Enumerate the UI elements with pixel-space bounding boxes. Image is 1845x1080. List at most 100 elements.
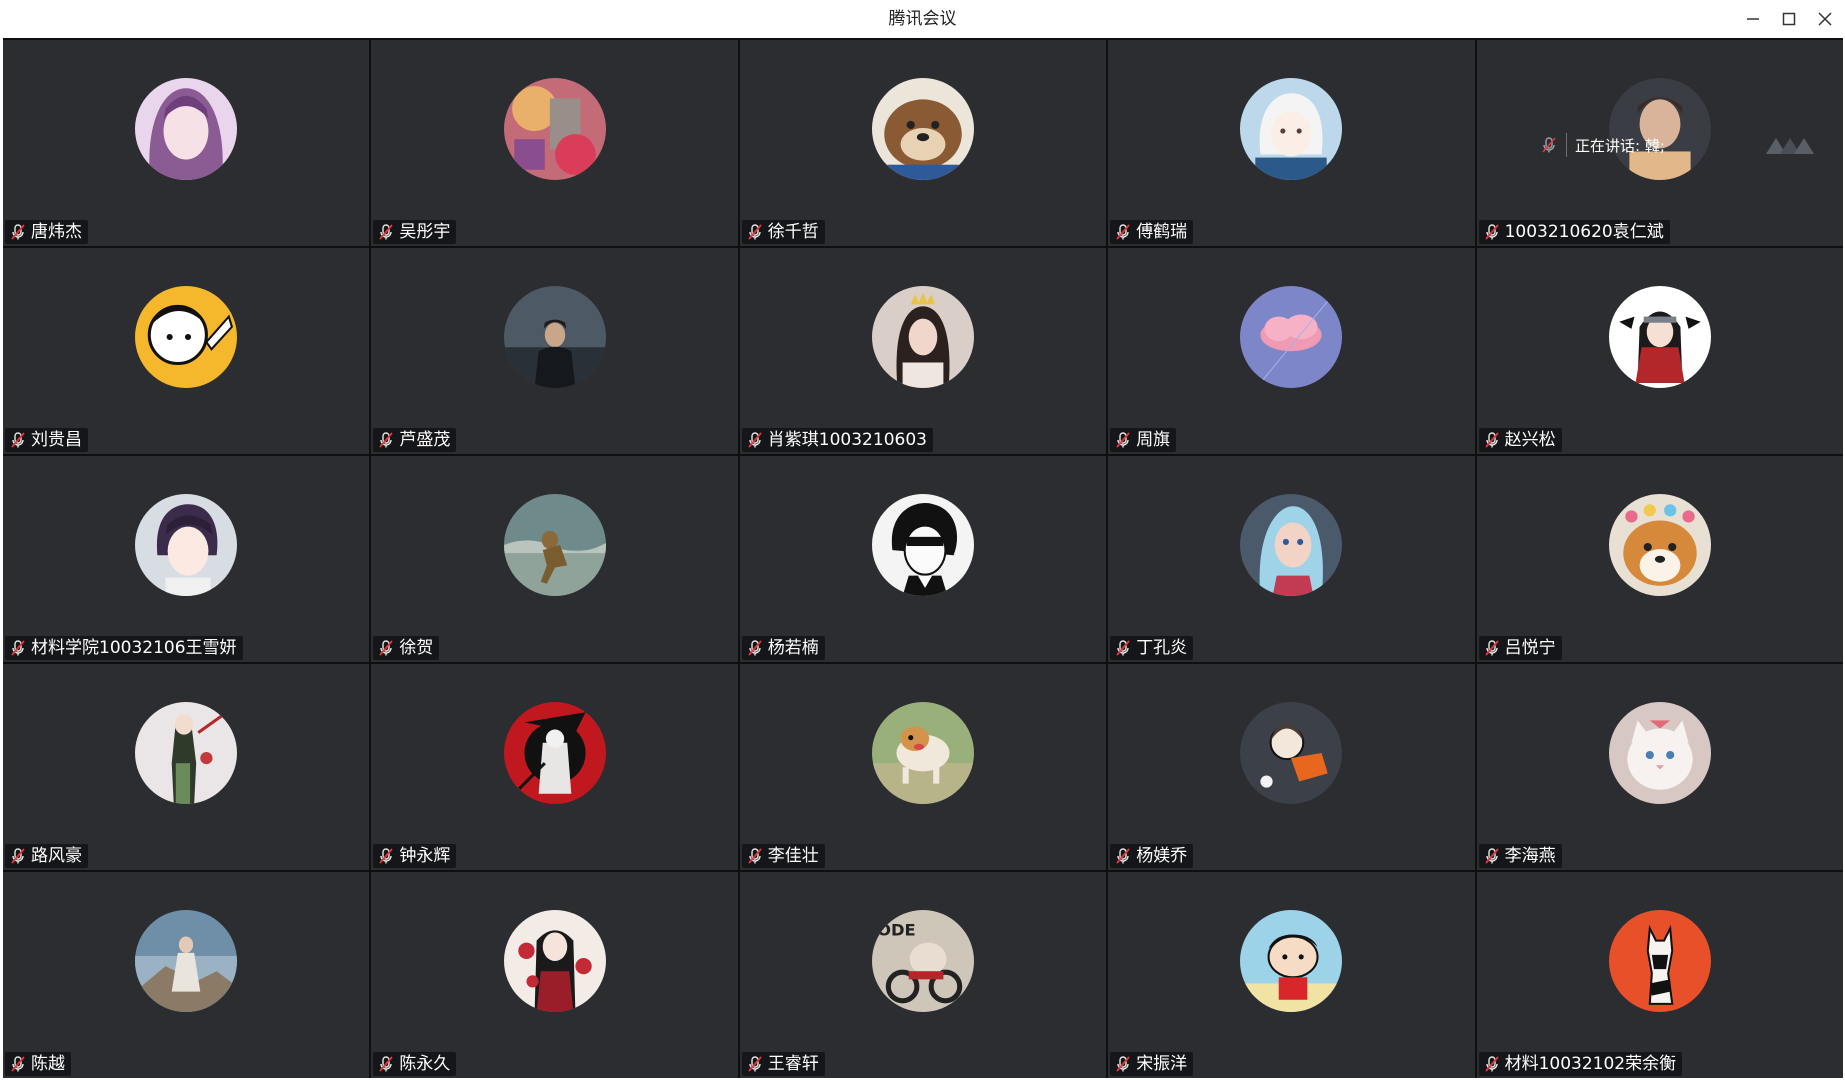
participant-name-tag: 宋振洋	[1110, 1052, 1194, 1076]
mic-muted-icon	[379, 224, 394, 240]
participant-tile[interactable]: 周旗	[1108, 248, 1475, 454]
participant-tile[interactable]: 陈越	[3, 872, 370, 1078]
participant-tile[interactable]: 吴彤宇	[371, 40, 738, 246]
avatar-image	[871, 494, 974, 596]
participant-tile[interactable]: 吕悦宁	[1476, 456, 1843, 662]
window-title: 腾讯会议	[888, 9, 957, 29]
participant-tile[interactable]: 唐炜杰	[3, 40, 370, 246]
participant-name: 材料学院10032106王雪妍	[31, 638, 237, 658]
participant-tile[interactable]: 肖紫琪1003210603	[739, 248, 1107, 454]
participant-tile[interactable]: 杨媄乔	[1108, 664, 1475, 870]
avatar-image	[135, 78, 238, 180]
mic-muted-icon	[11, 1056, 25, 1072]
participant-tile[interactable]: 徐千哲	[739, 40, 1107, 246]
video-grid: 唐炜杰 吴彤宇 徐千哲 傅鹤瑞 1003210620袁仁斌 刘贵昌 芦盛茂 肖紫琪100321…	[3, 38, 1843, 1078]
participant-name-tag: 肖紫琪1003210603	[741, 428, 933, 452]
avatar-image	[1608, 286, 1711, 388]
mic-muted-icon	[1542, 137, 1556, 153]
participant-avatar	[1240, 78, 1343, 180]
minimize-icon	[1747, 18, 1759, 20]
mic-muted-icon	[1116, 432, 1130, 448]
participant-avatar	[1608, 286, 1711, 388]
avatar-image	[503, 910, 606, 1012]
participant-avatar	[135, 78, 238, 180]
participant-tile[interactable]: 材料10032102荣余衡	[1476, 872, 1843, 1078]
participant-name-tag: 李海燕	[1478, 844, 1562, 868]
participant-tile[interactable]: 陈永久	[371, 872, 738, 1078]
participant-name: 周旗	[1136, 430, 1171, 450]
participant-avatar	[871, 78, 974, 180]
participant-name-tag: 傅鹤瑞	[1110, 220, 1194, 244]
participant-name-tag: 王睿轩	[741, 1052, 825, 1076]
participant-avatar	[135, 702, 238, 804]
close-icon	[1818, 12, 1832, 26]
mic-muted-icon	[748, 640, 762, 656]
participant-avatar: ODE	[871, 910, 974, 1012]
avatar-image	[871, 702, 974, 804]
speaking-label: 正在讲话: 韓;	[1575, 136, 1665, 155]
mic-muted-icon	[1116, 848, 1130, 864]
participant-tile[interactable]: 钟永辉	[371, 664, 738, 870]
mic-muted-icon	[1116, 1056, 1130, 1072]
avatar-image	[1608, 494, 1711, 596]
participant-avatar	[1240, 702, 1343, 804]
participant-avatar	[871, 494, 974, 596]
participant-name: 徐千哲	[767, 222, 819, 242]
participant-name: 材料10032102荣余衡	[1504, 1054, 1677, 1074]
mic-muted-icon	[1116, 224, 1130, 240]
mic-muted-icon	[379, 848, 394, 864]
participant-name: 陈越	[31, 1054, 65, 1074]
participant-name: 李海燕	[1504, 846, 1556, 866]
participant-name: 杨若楠	[767, 638, 819, 658]
maximize-button[interactable]	[1771, 3, 1807, 35]
participant-tile[interactable]: 宋振洋	[1108, 872, 1475, 1078]
participant-tile[interactable]: 路风豪	[3, 664, 370, 870]
minimize-button[interactable]	[1735, 3, 1771, 35]
avatar-image	[871, 286, 974, 388]
participant-tile[interactable]: 丁孔炎	[1108, 456, 1475, 662]
avatar-image	[135, 286, 238, 388]
participant-tile[interactable]: 李佳壮	[739, 664, 1107, 870]
mic-muted-icon	[11, 848, 25, 864]
participant-name-tag: 赵兴松	[1478, 428, 1562, 452]
close-button[interactable]	[1807, 3, 1843, 35]
participant-name: 肖紫琪1003210603	[767, 430, 927, 450]
title-bar: 腾讯会议	[0, 0, 1845, 38]
participant-name-tag: 钟永辉	[373, 844, 457, 868]
participant-avatar	[135, 494, 238, 596]
mic-muted-icon	[748, 848, 762, 864]
participant-avatar	[871, 702, 974, 804]
participant-name: 唐炜杰	[31, 222, 82, 242]
participant-name: 吕悦宁	[1504, 638, 1556, 658]
mic-muted-icon	[748, 432, 762, 448]
participant-name: 钟永辉	[399, 846, 451, 866]
participant-tile[interactable]: 李海燕	[1476, 664, 1843, 870]
participant-name: 赵兴松	[1504, 430, 1556, 450]
participant-tile[interactable]: 徐贺	[371, 456, 738, 662]
participant-name: 刘贵昌	[31, 430, 82, 450]
participant-name-tag: 陈越	[5, 1052, 71, 1076]
participant-avatar	[503, 910, 606, 1012]
participant-tile[interactable]: 芦盛茂	[371, 248, 738, 454]
participant-tile[interactable]: ODE 王睿轩	[739, 872, 1107, 1078]
participant-name: 杨媄乔	[1136, 846, 1188, 866]
participant-avatar	[1608, 702, 1711, 804]
participant-name-tag: 杨媄乔	[1110, 844, 1194, 868]
participant-tile[interactable]: 杨若楠	[739, 456, 1107, 662]
avatar-image	[1240, 702, 1343, 804]
mic-muted-icon	[1484, 848, 1499, 864]
participant-tile[interactable]: 傅鹤瑞	[1108, 40, 1475, 246]
participant-avatar	[135, 910, 238, 1012]
participant-name-tag: 周旗	[1110, 428, 1177, 452]
avatar-image	[871, 78, 974, 180]
avatar-image	[1608, 702, 1711, 804]
participant-tile[interactable]: 赵兴松	[1476, 248, 1843, 454]
participant-name-tag: 徐贺	[373, 636, 440, 660]
participant-name-tag: 材料学院10032106王雪妍	[5, 636, 243, 660]
avatar-image	[503, 286, 606, 388]
participant-tile[interactable]: 刘贵昌	[3, 248, 370, 454]
participant-name: 陈永久	[399, 1054, 451, 1074]
participant-tile[interactable]: 材料学院10032106王雪妍	[3, 456, 370, 662]
participant-name-tag: 丁孔炎	[1110, 636, 1194, 660]
mic-muted-icon	[379, 432, 394, 448]
